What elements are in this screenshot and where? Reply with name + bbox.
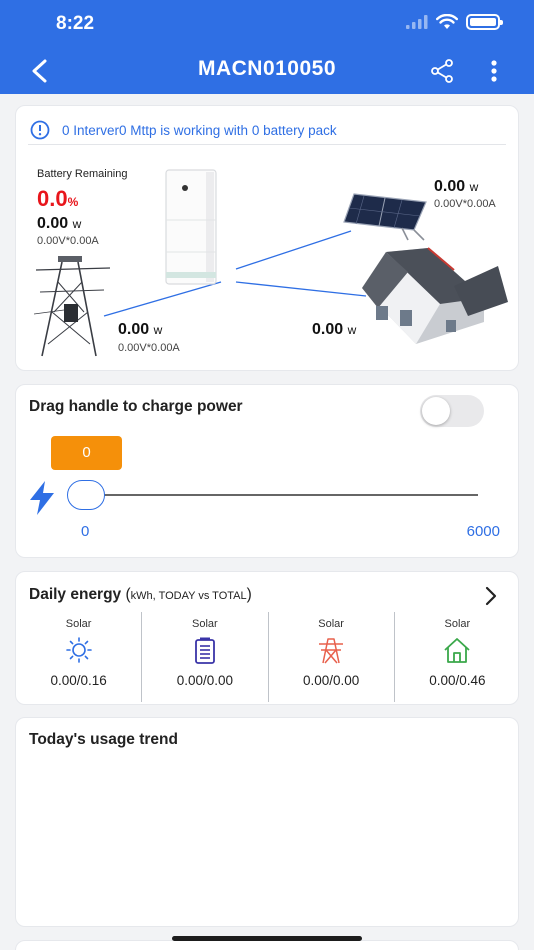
more-vertical-icon[interactable] [484, 59, 504, 83]
power-tower-image [34, 256, 111, 357]
percent-unit: % [67, 195, 79, 209]
watt-unit: w [469, 180, 479, 194]
daily-energy-title-text: Daily energy [29, 586, 122, 603]
charge-toggle[interactable] [420, 395, 484, 427]
charge-power-title: Drag handle to charge power [29, 398, 243, 415]
charge-power-card: Drag handle to charge power 0 0 6000 [15, 384, 519, 558]
grid-power: 0.00 w [118, 321, 162, 339]
status-time: 8:22 [56, 13, 95, 34]
battery-icon [194, 637, 215, 664]
usage-trend-card: Today's usage trend [15, 717, 519, 927]
battery-percent-value: 0.0 [37, 186, 68, 211]
charge-slider-track[interactable] [86, 494, 478, 496]
home-power: 0.00 w [312, 321, 356, 339]
toggle-knob [422, 397, 450, 425]
sun-icon [65, 637, 92, 663]
charge-slider-handle[interactable] [67, 480, 105, 510]
energy-col-home: Solar 0.00/0.46 [393, 612, 520, 702]
energy-col-grid: Solar 0.00/0.00 [267, 612, 394, 702]
solar-power: 0.00 w [434, 178, 478, 196]
solar-panel-image [343, 193, 427, 241]
solar-voltage-current: 0.00V*0.00A [434, 198, 496, 210]
battery-label: Battery Remaining [37, 168, 128, 180]
solar-power-value: 0.00 [434, 178, 466, 195]
daily-energy-unit-note: kWh, TODAY vs TOTAL [130, 590, 247, 602]
wifi-icon [436, 14, 458, 29]
battery-percent: 0.0% [37, 186, 78, 212]
energy-col-label: Solar [318, 618, 344, 630]
watt-unit: w [153, 323, 163, 337]
house-image [362, 247, 508, 344]
charge-value-bubble: 0 [51, 436, 122, 470]
next-card [15, 940, 519, 950]
app-header: 8:22 MACN010050 [0, 0, 534, 94]
home-indicator[interactable] [172, 936, 362, 941]
watt-unit: w [72, 217, 82, 231]
battery-power-value: 0.00 [37, 215, 69, 232]
energy-col-value: 0.00/0.46 [429, 673, 486, 688]
status-icons [406, 14, 503, 30]
slider-min-label: 0 [81, 523, 90, 540]
energy-col-label: Solar [444, 618, 471, 630]
grid-power-value: 0.00 [118, 321, 150, 338]
watt-unit: w [347, 323, 357, 337]
lightning-icon [30, 481, 54, 515]
daily-energy-title: Daily energy (kWh, TODAY vs TOTAL) [29, 586, 252, 604]
power-tower-icon [319, 638, 344, 664]
energy-col-label: Solar [192, 618, 218, 630]
cellular-signal-icon [406, 15, 428, 29]
energy-col-solar: Solar 0.00/0.16 [16, 612, 141, 702]
usage-trend-title: Today's usage trend [29, 731, 178, 748]
energy-col-value: 0.00/0.00 [302, 673, 360, 688]
inverter-cabinet-image [165, 169, 217, 285]
energy-col-label: Solar [65, 618, 92, 630]
energy-col-battery: Solar 0.00/0.00 [141, 612, 267, 702]
battery-power: 0.00 w [37, 215, 81, 233]
battery-voltage-current: 0.00V*0.00A [37, 235, 99, 247]
slider-max-label: 6000 [466, 523, 500, 540]
daily-energy-columns: Solar 0.00/0.16 Solar 0.00/0.00 Solar 0.… [16, 612, 520, 702]
device-status-card: 0 Interver0 Mttp is working with 0 batte… [15, 105, 519, 371]
energy-col-value: 0.00/0.00 [176, 673, 234, 688]
energy-col-value: 0.00/0.16 [50, 673, 107, 688]
home-power-value: 0.00 [312, 321, 344, 338]
daily-energy-card[interactable]: Daily energy (kWh, TODAY vs TOTAL) Solar… [15, 571, 519, 705]
device-battery-icon [466, 14, 503, 30]
house-icon [444, 638, 470, 663]
paren-close: ) [246, 586, 252, 603]
share-icon[interactable] [430, 59, 454, 83]
chevron-right-icon[interactable] [484, 586, 498, 606]
grid-voltage-current: 0.00V*0.00A [118, 342, 180, 354]
